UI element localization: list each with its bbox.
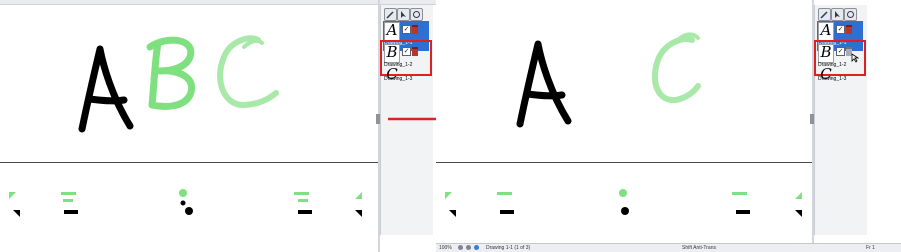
page-info: Drawing 1-1 (1 of 3) bbox=[486, 245, 531, 251]
keyframe-left-bottom bbox=[13, 210, 20, 217]
circle-icon bbox=[847, 11, 854, 18]
tick-green-3 bbox=[294, 192, 309, 195]
letter-c-stroke bbox=[217, 35, 279, 108]
tick-green-4 bbox=[298, 199, 308, 202]
dot-black bbox=[621, 207, 629, 215]
pencil-icon bbox=[386, 11, 394, 19]
tick-black-1 bbox=[64, 210, 78, 214]
select-tool-button[interactable] bbox=[831, 8, 844, 21]
zoom-level[interactable]: 100% bbox=[439, 245, 452, 251]
draw-tool-button[interactable] bbox=[384, 8, 397, 21]
letter-c-hook bbox=[242, 38, 264, 49]
keyframe-right-bottom bbox=[795, 210, 802, 217]
layers-panel: A ✓ Drawing_1-1 B ✓ Drawing_1-2 C Drawin… bbox=[814, 5, 867, 235]
delete-icon[interactable] bbox=[412, 25, 418, 34]
tick-green-2 bbox=[63, 199, 73, 202]
dot-black-small bbox=[180, 200, 186, 206]
delete-icon[interactable] bbox=[846, 25, 852, 34]
tick-black-2 bbox=[736, 210, 750, 214]
visibility-checkbox[interactable]: ✓ bbox=[402, 47, 411, 56]
layer-item-3[interactable]: C Drawing_1-3 bbox=[817, 65, 863, 95]
keyframe-left-bottom bbox=[449, 210, 456, 217]
keyframe-right-top bbox=[355, 192, 362, 199]
tick-green-2 bbox=[732, 192, 747, 195]
tick-green-1 bbox=[497, 192, 512, 195]
layer-thumbnail: A bbox=[384, 21, 400, 41]
frame-info: Fr 1 bbox=[866, 245, 875, 251]
layer-thumbnail: A bbox=[818, 21, 834, 41]
tick-green-1 bbox=[61, 192, 76, 195]
layer-thumbnail: B bbox=[384, 43, 400, 63]
mouse-cursor-icon bbox=[851, 53, 859, 63]
layer-name: Drawing_1-3 bbox=[384, 76, 413, 82]
pencil-icon bbox=[820, 11, 828, 19]
keyframe-left-top bbox=[9, 192, 16, 199]
drawing-canvas[interactable] bbox=[436, 0, 812, 162]
keyframe-right-top bbox=[795, 192, 802, 199]
dot-green bbox=[619, 189, 627, 197]
keyframe-right-bottom bbox=[355, 210, 362, 217]
status-bar: 100% Drawing 1-1 (1 of 3) Shift Anti-Tra… bbox=[436, 243, 901, 252]
keyframe-left-top bbox=[445, 192, 452, 199]
visibility-checkbox[interactable]: ✓ bbox=[836, 47, 845, 56]
layer-name: Drawing_1-3 bbox=[818, 76, 847, 82]
letter-b-stroke bbox=[146, 36, 196, 110]
onion-skin-button[interactable] bbox=[410, 8, 423, 21]
layer-thumbnail: B bbox=[818, 43, 834, 63]
timeline-marks bbox=[445, 189, 802, 217]
cursor-icon bbox=[401, 11, 406, 18]
visibility-checkbox[interactable]: ✓ bbox=[836, 25, 845, 34]
status-icon[interactable] bbox=[474, 245, 479, 250]
canvas-drawing bbox=[78, 35, 279, 133]
circle-icon bbox=[413, 11, 420, 18]
timeline-area[interactable] bbox=[436, 163, 812, 243]
tick-black-1 bbox=[500, 210, 514, 214]
select-tool-button[interactable] bbox=[397, 8, 410, 21]
canvas-drawing bbox=[516, 32, 701, 128]
status-icon[interactable] bbox=[458, 245, 463, 250]
tool-status: Shift Anti-Trans bbox=[682, 245, 716, 251]
letter-a-stroke bbox=[516, 40, 572, 128]
visibility-checkbox[interactable]: ✓ bbox=[402, 25, 411, 34]
layer-item-3[interactable]: C Drawing_1-3 bbox=[383, 65, 429, 95]
tick-black-2 bbox=[298, 210, 312, 214]
letter-c-stroke bbox=[651, 36, 701, 104]
cursor-icon bbox=[835, 11, 840, 18]
after-screenshot: A ✓ Drawing_1-1 B ✓ Drawing_1-2 C Drawin… bbox=[436, 0, 901, 252]
delete-icon[interactable] bbox=[412, 47, 418, 56]
dot-green bbox=[179, 189, 187, 197]
drawing-canvas[interactable] bbox=[0, 5, 378, 163]
letter-a-stroke bbox=[78, 45, 134, 133]
dot-black bbox=[185, 207, 193, 215]
onion-skin-button[interactable] bbox=[844, 8, 857, 21]
timeline-marks bbox=[9, 189, 362, 217]
draw-tool-button[interactable] bbox=[818, 8, 831, 21]
status-icon[interactable] bbox=[466, 245, 471, 250]
before-screenshot: A ✓ Drawing_1-1 B ✓ Drawing_1-2 C Drawin… bbox=[0, 0, 436, 252]
timeline-area[interactable] bbox=[0, 163, 378, 252]
